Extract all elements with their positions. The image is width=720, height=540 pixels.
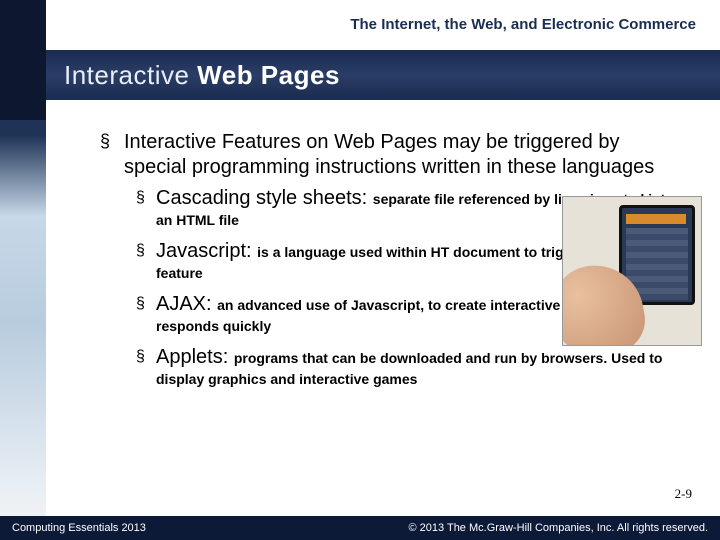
touchscreen-image (562, 196, 702, 346)
term: Cascading style sheets: (156, 187, 373, 209)
slide-title-bold: Web Pages (197, 60, 340, 90)
slide-title-plain: Interactive (64, 60, 197, 90)
slide-title: Interactive Web Pages (64, 60, 340, 91)
main-bullet: Interactive Features on Web Pages may be… (100, 130, 680, 180)
term: AJAX: (156, 293, 217, 315)
footer-left: Computing Essentials 2013 (12, 522, 146, 534)
chapter-title: The Internet, the Web, and Electronic Co… (350, 16, 696, 33)
page-number: 2-9 (675, 486, 692, 502)
list-item: Applets: programs that can be downloaded… (136, 345, 680, 390)
term: Javascript: (156, 240, 257, 262)
term: Applets: (156, 346, 234, 368)
slide-title-bar: Interactive Web Pages (46, 50, 720, 100)
left-decorative-strip (0, 0, 46, 540)
footer-right: © 2013 The Mc.Graw-Hill Companies, Inc. … (408, 522, 708, 534)
footer-bar: Computing Essentials 2013 © 2013 The Mc.… (0, 516, 720, 540)
